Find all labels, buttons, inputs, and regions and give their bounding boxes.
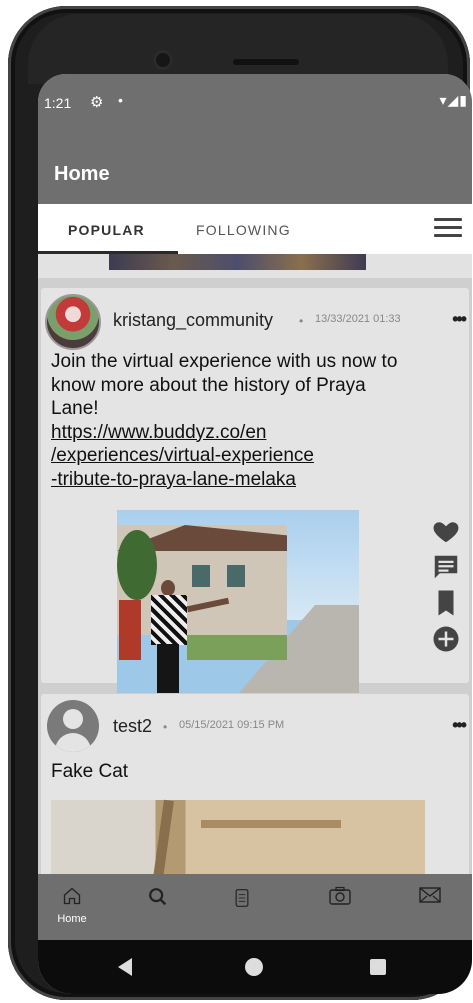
more-options-icon[interactable]: ••• [452, 309, 467, 330]
home-circle-icon[interactable] [245, 958, 263, 976]
gear-icon: ⚙ [90, 94, 104, 111]
post-card[interactable]: kristang_community • 13/33/2021 01:33 ••… [41, 288, 469, 693]
camera-icon [329, 886, 351, 905]
post-link-line-3[interactable]: -tribute-to-praya-lane-melaka [51, 468, 411, 492]
post-timestamp: 13/33/2021 01:33 [315, 313, 401, 325]
notification-dot-icon: • [118, 92, 123, 108]
nav-search[interactable] [138, 886, 178, 913]
front-camera [153, 50, 173, 70]
feed[interactable]: kristang_community • 13/33/2021 01:33 ••… [38, 254, 472, 874]
recent-apps-icon[interactable] [370, 959, 386, 975]
post-timestamp: 05/15/2021 09:15 PM [179, 719, 285, 731]
nav-home[interactable]: Home [52, 886, 92, 925]
page-title: Home [54, 163, 110, 185]
nav-camera[interactable] [320, 886, 360, 911]
tab-following[interactable]: FOLLOWING [196, 222, 291, 238]
bookmark-icon[interactable] [431, 588, 461, 618]
post-image[interactable] [117, 510, 359, 693]
signal-battery-icons: ▾◢▮ [439, 92, 468, 108]
previous-post-image [109, 254, 366, 270]
status-bar: 1:21 ⚙ • ▾◢▮ [38, 74, 472, 136]
notebook-icon [235, 889, 249, 907]
post-username[interactable]: test2 [113, 716, 152, 737]
avatar[interactable] [45, 294, 101, 350]
post-link-line-1[interactable]: https://www.buddyz.co/en [51, 421, 411, 445]
tab-bar: POPULAR FOLLOWING [38, 204, 472, 254]
post-body: Join the virtual experience with us now … [51, 350, 411, 491]
separator-dot: • [299, 314, 304, 328]
tab-popular[interactable]: POPULAR [68, 222, 145, 238]
home-icon [63, 887, 81, 905]
bottom-nav: Home [38, 874, 472, 940]
nav-notebook[interactable] [222, 886, 262, 915]
heart-icon[interactable] [431, 516, 461, 546]
more-options-icon[interactable]: ••• [452, 715, 467, 736]
post-image[interactable] [51, 799, 425, 874]
add-icon[interactable] [431, 624, 461, 654]
screen: 1:21 ⚙ • ▾◢▮ Home POPULAR FOLLOWING kris… [38, 74, 472, 994]
post-card[interactable]: test2 • 05/15/2021 09:15 PM ••• Fake Cat [41, 694, 469, 874]
post-username[interactable]: kristang_community [113, 310, 273, 331]
avatar[interactable] [47, 700, 99, 752]
comment-icon[interactable] [431, 552, 461, 582]
phone-frame: 1:21 ⚙ • ▾◢▮ Home POPULAR FOLLOWING kris… [8, 6, 472, 1000]
hamburger-menu-icon[interactable] [434, 218, 462, 240]
app-bar: Home [38, 136, 472, 204]
back-icon[interactable] [118, 958, 132, 976]
earpiece-speaker [233, 59, 299, 65]
previous-post-partial [38, 254, 472, 278]
post-actions [431, 516, 465, 660]
nav-home-label: Home [57, 913, 87, 925]
mail-icon [419, 887, 441, 903]
separator-dot: • [163, 720, 168, 734]
status-time: 1:21 [44, 95, 72, 111]
nav-mail[interactable] [410, 886, 450, 909]
post-text: Join the virtual experience with us now … [51, 351, 398, 419]
post-link-line-2[interactable]: /experiences/virtual-experience [51, 444, 411, 468]
post-text: Fake Cat [51, 761, 129, 782]
search-icon [149, 888, 167, 906]
system-nav-bar [38, 940, 472, 994]
